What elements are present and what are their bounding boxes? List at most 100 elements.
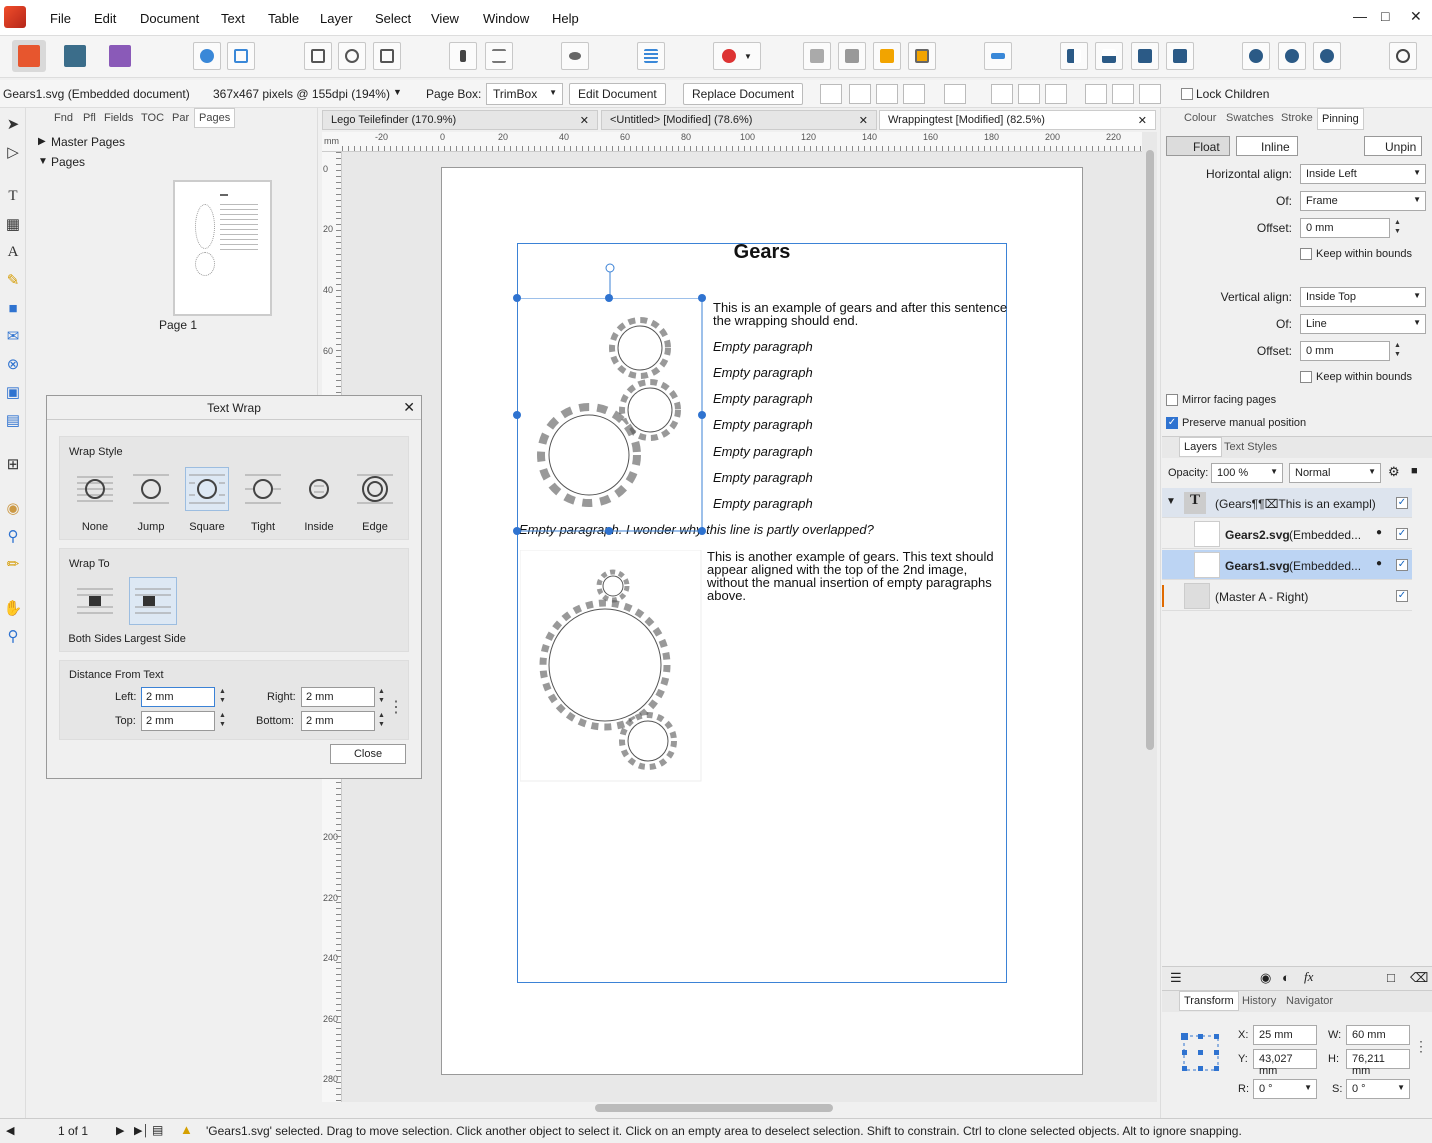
menu-table[interactable]: Table	[268, 11, 299, 26]
lock-icon[interactable]: ■	[1411, 465, 1418, 477]
layer-row-gears1[interactable]: Gears1.svg (Embedded... ● ✓	[1162, 550, 1412, 580]
bottom-stepper[interactable]: ▲ ▼	[378, 711, 386, 731]
move-tool-icon[interactable]: ➤	[3, 114, 23, 134]
horizontal-scrollbar[interactable]	[595, 1104, 833, 1112]
layer-visibility-checkbox[interactable]: ✓	[1396, 528, 1408, 540]
move-forward-icon[interactable]	[873, 42, 901, 70]
close-window-icon[interactable]: ✕	[1410, 8, 1422, 25]
chevron-down-icon[interactable]: ▼	[393, 87, 402, 97]
minimize-icon[interactable]: —	[1353, 8, 1367, 24]
layer-row-gears2[interactable]: Gears2.svg (Embedded... ● ✓	[1162, 519, 1412, 549]
layer-visibility-checkbox[interactable]: ✓	[1396, 497, 1408, 509]
place-image-icon[interactable]: ▣	[3, 382, 23, 402]
eyedropper-icon[interactable]: ✏	[3, 554, 23, 574]
selection-handle[interactable]	[513, 527, 521, 535]
document-icon[interactable]: ▤	[152, 1123, 163, 1137]
rotation-select[interactable]: 0 ° ▼	[1253, 1079, 1317, 1099]
selection-handle[interactable]	[698, 527, 706, 535]
tab-layers[interactable]: Layers	[1179, 437, 1223, 457]
top-stepper[interactable]: ▲ ▼	[219, 711, 227, 731]
adjustment-icon[interactable]: ◐	[1282, 970, 1290, 985]
frame-text-icon[interactable]	[304, 42, 332, 70]
sync-icon[interactable]	[227, 42, 255, 70]
top-input[interactable]: 2 mm	[141, 711, 215, 731]
rotate-left-icon[interactable]	[1131, 42, 1159, 70]
menu-document[interactable]: Document	[140, 11, 199, 26]
bottom-input[interactable]: 2 mm	[301, 711, 375, 731]
baseline-grid-icon[interactable]	[637, 42, 665, 70]
wrap-edge-button[interactable]	[353, 467, 397, 511]
selection-handle[interactable]	[605, 294, 613, 302]
zoom-tool-icon[interactable]: ⚲	[3, 626, 23, 646]
link-icon[interactable]: ⋮	[388, 697, 404, 717]
tab-find[interactable]: Fnd	[54, 112, 73, 124]
layer-row-master[interactable]: (Master A - Right) ✓	[1162, 581, 1412, 611]
tab-navigator[interactable]: Navigator	[1286, 995, 1333, 1007]
flip-vertical-icon[interactable]	[1095, 42, 1123, 70]
tab-swatches[interactable]: Swatches	[1226, 112, 1274, 124]
mask-icon[interactable]: ◉	[1260, 970, 1271, 986]
crop-icon[interactable]	[903, 84, 925, 104]
align-bottom-icon[interactable]	[1139, 84, 1161, 104]
left-stepper[interactable]: ▲ ▼	[219, 687, 227, 707]
rectangle-tool-icon[interactable]: ■	[3, 298, 23, 318]
edit-document-button[interactable]: Edit Document	[569, 83, 666, 105]
master-pages-header[interactable]: Master Pages	[51, 135, 125, 149]
tab-preflight[interactable]: Pfl	[83, 112, 96, 124]
photo-persona-icon[interactable]	[103, 40, 137, 72]
x-input[interactable]: 25 mm	[1253, 1025, 1317, 1045]
float-button[interactable]: Float	[1166, 136, 1230, 156]
menu-help[interactable]: Help	[552, 11, 579, 26]
left-input[interactable]: 2 mm	[141, 687, 215, 707]
fill-tool-icon[interactable]: ⚲	[3, 526, 23, 546]
expand-icon[interactable]: ▶	[38, 136, 46, 147]
gears2-image[interactable]	[520, 550, 702, 782]
node-tool-icon[interactable]: ▷	[3, 142, 23, 162]
preview-icon[interactable]	[561, 42, 589, 70]
wrap-square-button[interactable]	[185, 467, 229, 511]
gears1-image[interactable]	[517, 298, 703, 532]
wrap-none-button[interactable]	[73, 467, 117, 511]
boolean-intersect-icon[interactable]	[1313, 42, 1341, 70]
move-front-icon[interactable]	[908, 42, 936, 70]
h-offset-input[interactable]: 0 mm	[1300, 218, 1390, 238]
lock-children-checkbox[interactable]	[1181, 88, 1193, 100]
crop-tool-icon[interactable]: ⊞	[3, 454, 23, 474]
vertical-scrollbar[interactable]	[1146, 150, 1154, 750]
publisher-persona-icon[interactable]	[12, 40, 46, 72]
ellipse-frame-icon[interactable]: ⊗	[3, 354, 23, 374]
crosshair-icon[interactable]	[820, 84, 842, 104]
selection-handle[interactable]	[513, 411, 521, 419]
expand-layer-icon[interactable]: ▼	[1166, 496, 1176, 507]
frame-cross-icon[interactable]	[373, 42, 401, 70]
bell-icon[interactable]: ▲	[180, 1122, 193, 1137]
trash-icon[interactable]: ⌫	[1410, 970, 1428, 986]
v-keep-checkbox[interactable]	[1300, 371, 1312, 383]
align-left-icon[interactable]	[991, 84, 1013, 104]
w-input[interactable]: 60 mm	[1346, 1025, 1410, 1045]
y-input[interactable]: 43,027 mm	[1253, 1049, 1317, 1077]
menu-edit[interactable]: Edit	[94, 11, 116, 26]
v-align-select[interactable]: Inside Top ▼	[1300, 287, 1426, 307]
shear-select[interactable]: 0 ° ▼	[1346, 1079, 1410, 1099]
tab-untitled[interactable]: <Untitled> [Modified] (78.6%) ✕	[601, 110, 877, 130]
assistant-icon[interactable]	[193, 42, 221, 70]
close-icon[interactable]: ✕	[403, 399, 415, 416]
v-offset-input[interactable]: 0 mm	[1300, 341, 1390, 361]
tab-colour[interactable]: Colour	[1184, 112, 1216, 124]
close-tab-icon[interactable]: ✕	[580, 114, 589, 127]
frame-circle-icon[interactable]	[338, 42, 366, 70]
tab-fields[interactable]: Fields	[104, 112, 133, 124]
wrap-inside-button[interactable]	[297, 467, 341, 511]
boolean-subtract-icon[interactable]	[1278, 42, 1306, 70]
menu-text[interactable]: Text	[221, 11, 245, 26]
tab-stroke[interactable]: Stroke	[1281, 112, 1313, 124]
h-offset-stepper[interactable]: ▲ ▼	[1394, 218, 1402, 238]
menu-window[interactable]: Window	[483, 11, 529, 26]
align-center-icon[interactable]	[1018, 84, 1040, 104]
tab-text-styles[interactable]: Text Styles	[1224, 441, 1277, 453]
pin-icon[interactable]	[449, 42, 477, 70]
fx-icon[interactable]: fx	[1304, 969, 1313, 985]
next-page-icon[interactable]: ▶	[116, 1124, 124, 1137]
rotate-right-icon[interactable]	[1166, 42, 1194, 70]
